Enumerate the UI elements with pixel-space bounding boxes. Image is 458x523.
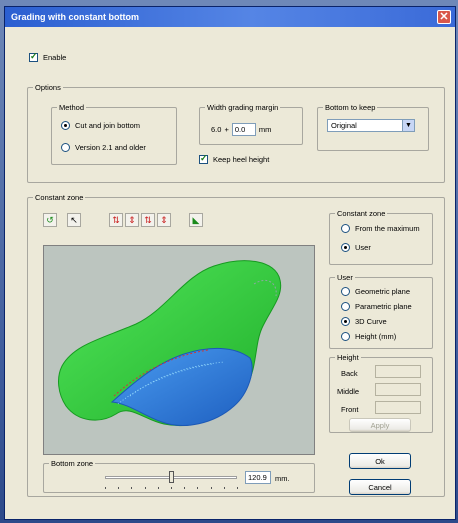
radio-button[interactable]: [341, 243, 350, 252]
height-back-label: Back: [341, 369, 358, 378]
slider-tick: [184, 487, 186, 489]
width-grading-margin-legend: Width grading margin: [207, 103, 279, 112]
plus-sign: +: [224, 125, 229, 134]
bottom-to-keep-value: Original: [331, 121, 357, 130]
bottom-zone-slider-thumb[interactable]: [169, 471, 174, 483]
window-title: Grading with constant bottom: [11, 12, 139, 22]
3d-viewport[interactable]: [43, 245, 315, 455]
width-margin-input[interactable]: 0.0: [231, 123, 256, 136]
slider-tick: [197, 487, 199, 489]
shoe-view-icon[interactable]: ◣: [189, 213, 203, 227]
slider-tick: [118, 487, 120, 489]
bottom-zone-unit: mm.: [275, 474, 290, 483]
slider-tick: [210, 487, 212, 489]
height-middle-input[interactable]: [375, 383, 421, 396]
height-back-input[interactable]: [375, 365, 421, 378]
user-geometric-plane[interactable]: Geometric plane: [341, 287, 410, 296]
mode-label: From the maximum: [355, 224, 420, 233]
radio-button[interactable]: [341, 287, 350, 296]
cancel-button[interactable]: Cancel: [349, 479, 411, 495]
keep-heel-height-row[interactable]: Keep heel height: [199, 153, 270, 164]
shoe-last-model: [58, 260, 282, 426]
slider-tick: [105, 487, 106, 489]
apply-button[interactable]: Apply: [349, 418, 411, 432]
constant-zone-mode-group: Constant zone: [329, 209, 433, 265]
split-arrows-icon[interactable]: ⇕: [157, 213, 171, 227]
method-option-label: Version 2.1 and older: [75, 143, 146, 152]
slider-tick: [237, 487, 238, 489]
mode-from-maximum[interactable]: From the maximum: [341, 224, 420, 233]
user-option-label: Parametric plane: [355, 302, 412, 311]
bottom-to-keep-legend: Bottom to keep: [325, 103, 376, 112]
split-arrows-icon[interactable]: ⇅: [109, 213, 123, 227]
slider-tick: [223, 487, 225, 489]
constant-zone-mode-legend: Constant zone: [337, 209, 386, 218]
radio-button[interactable]: [61, 143, 70, 152]
radio-button[interactable]: [61, 121, 70, 130]
method-group: Method: [51, 103, 177, 165]
keep-heel-height-label: Keep heel height: [213, 155, 270, 164]
width-margin-unit: mm: [258, 125, 272, 134]
user-legend: User: [337, 273, 353, 282]
close-icon[interactable]: ✕: [437, 10, 451, 24]
user-3d-curve[interactable]: 3D Curve: [341, 317, 387, 326]
radio-button[interactable]: [341, 317, 350, 326]
mode-label: User: [355, 243, 371, 252]
rotate-view-icon[interactable]: ↺: [43, 213, 57, 227]
slider-tick: [144, 487, 146, 489]
width-grading-row: 6.0 + 0.0 mm: [211, 123, 271, 136]
method-option-cut-join[interactable]: Cut and join bottom: [61, 121, 140, 130]
user-height-mm[interactable]: Height (mm): [341, 332, 396, 341]
dialog-window: Grading with constant bottom ✕ Enable Op…: [4, 6, 456, 520]
height-front-label: Front: [341, 405, 359, 414]
mode-user[interactable]: User: [341, 243, 371, 252]
split-arrows-icon[interactable]: ⇕: [125, 213, 139, 227]
user-option-label: Height (mm): [355, 332, 397, 341]
ok-button[interactable]: Ok: [349, 453, 411, 469]
select-pointer-icon[interactable]: ↖: [67, 213, 81, 227]
user-option-label: Geometric plane: [355, 287, 411, 296]
slider-tick: [171, 487, 172, 489]
method-option-label: Cut and join bottom: [75, 121, 141, 130]
bottom-to-keep-select[interactable]: Original ▼: [327, 119, 415, 132]
bottom-zone-input[interactable]: 120.9: [245, 471, 271, 484]
slider-tick: [131, 487, 133, 489]
height-middle-label: Middle: [337, 387, 360, 396]
chevron-down-icon[interactable]: ▼: [402, 120, 414, 131]
enable-label: Enable: [43, 53, 67, 62]
enable-checkbox[interactable]: [29, 51, 38, 62]
radio-button[interactable]: [341, 302, 350, 311]
user-option-label: 3D Curve: [355, 317, 387, 326]
method-option-version21[interactable]: Version 2.1 and older: [61, 143, 146, 152]
constant-zone-legend: Constant zone: [35, 193, 84, 202]
keep-heel-height-checkbox[interactable]: [199, 153, 208, 164]
height-front-input[interactable]: [375, 401, 421, 414]
user-parametric-plane[interactable]: Parametric plane: [341, 302, 412, 311]
enable-row[interactable]: Enable: [29, 51, 67, 62]
radio-button[interactable]: [341, 332, 350, 341]
method-legend: Method: [59, 103, 85, 112]
height-legend: Height: [337, 353, 359, 362]
title-bar[interactable]: Grading with constant bottom ✕: [5, 7, 455, 27]
width-base-value: 6.0: [211, 125, 222, 134]
slider-tick: [157, 487, 159, 489]
split-arrows-icon[interactable]: ⇅: [141, 213, 155, 227]
bottom-zone-legend: Bottom zone: [51, 459, 94, 468]
radio-button[interactable]: [341, 224, 350, 233]
options-legend: Options: [35, 83, 61, 92]
